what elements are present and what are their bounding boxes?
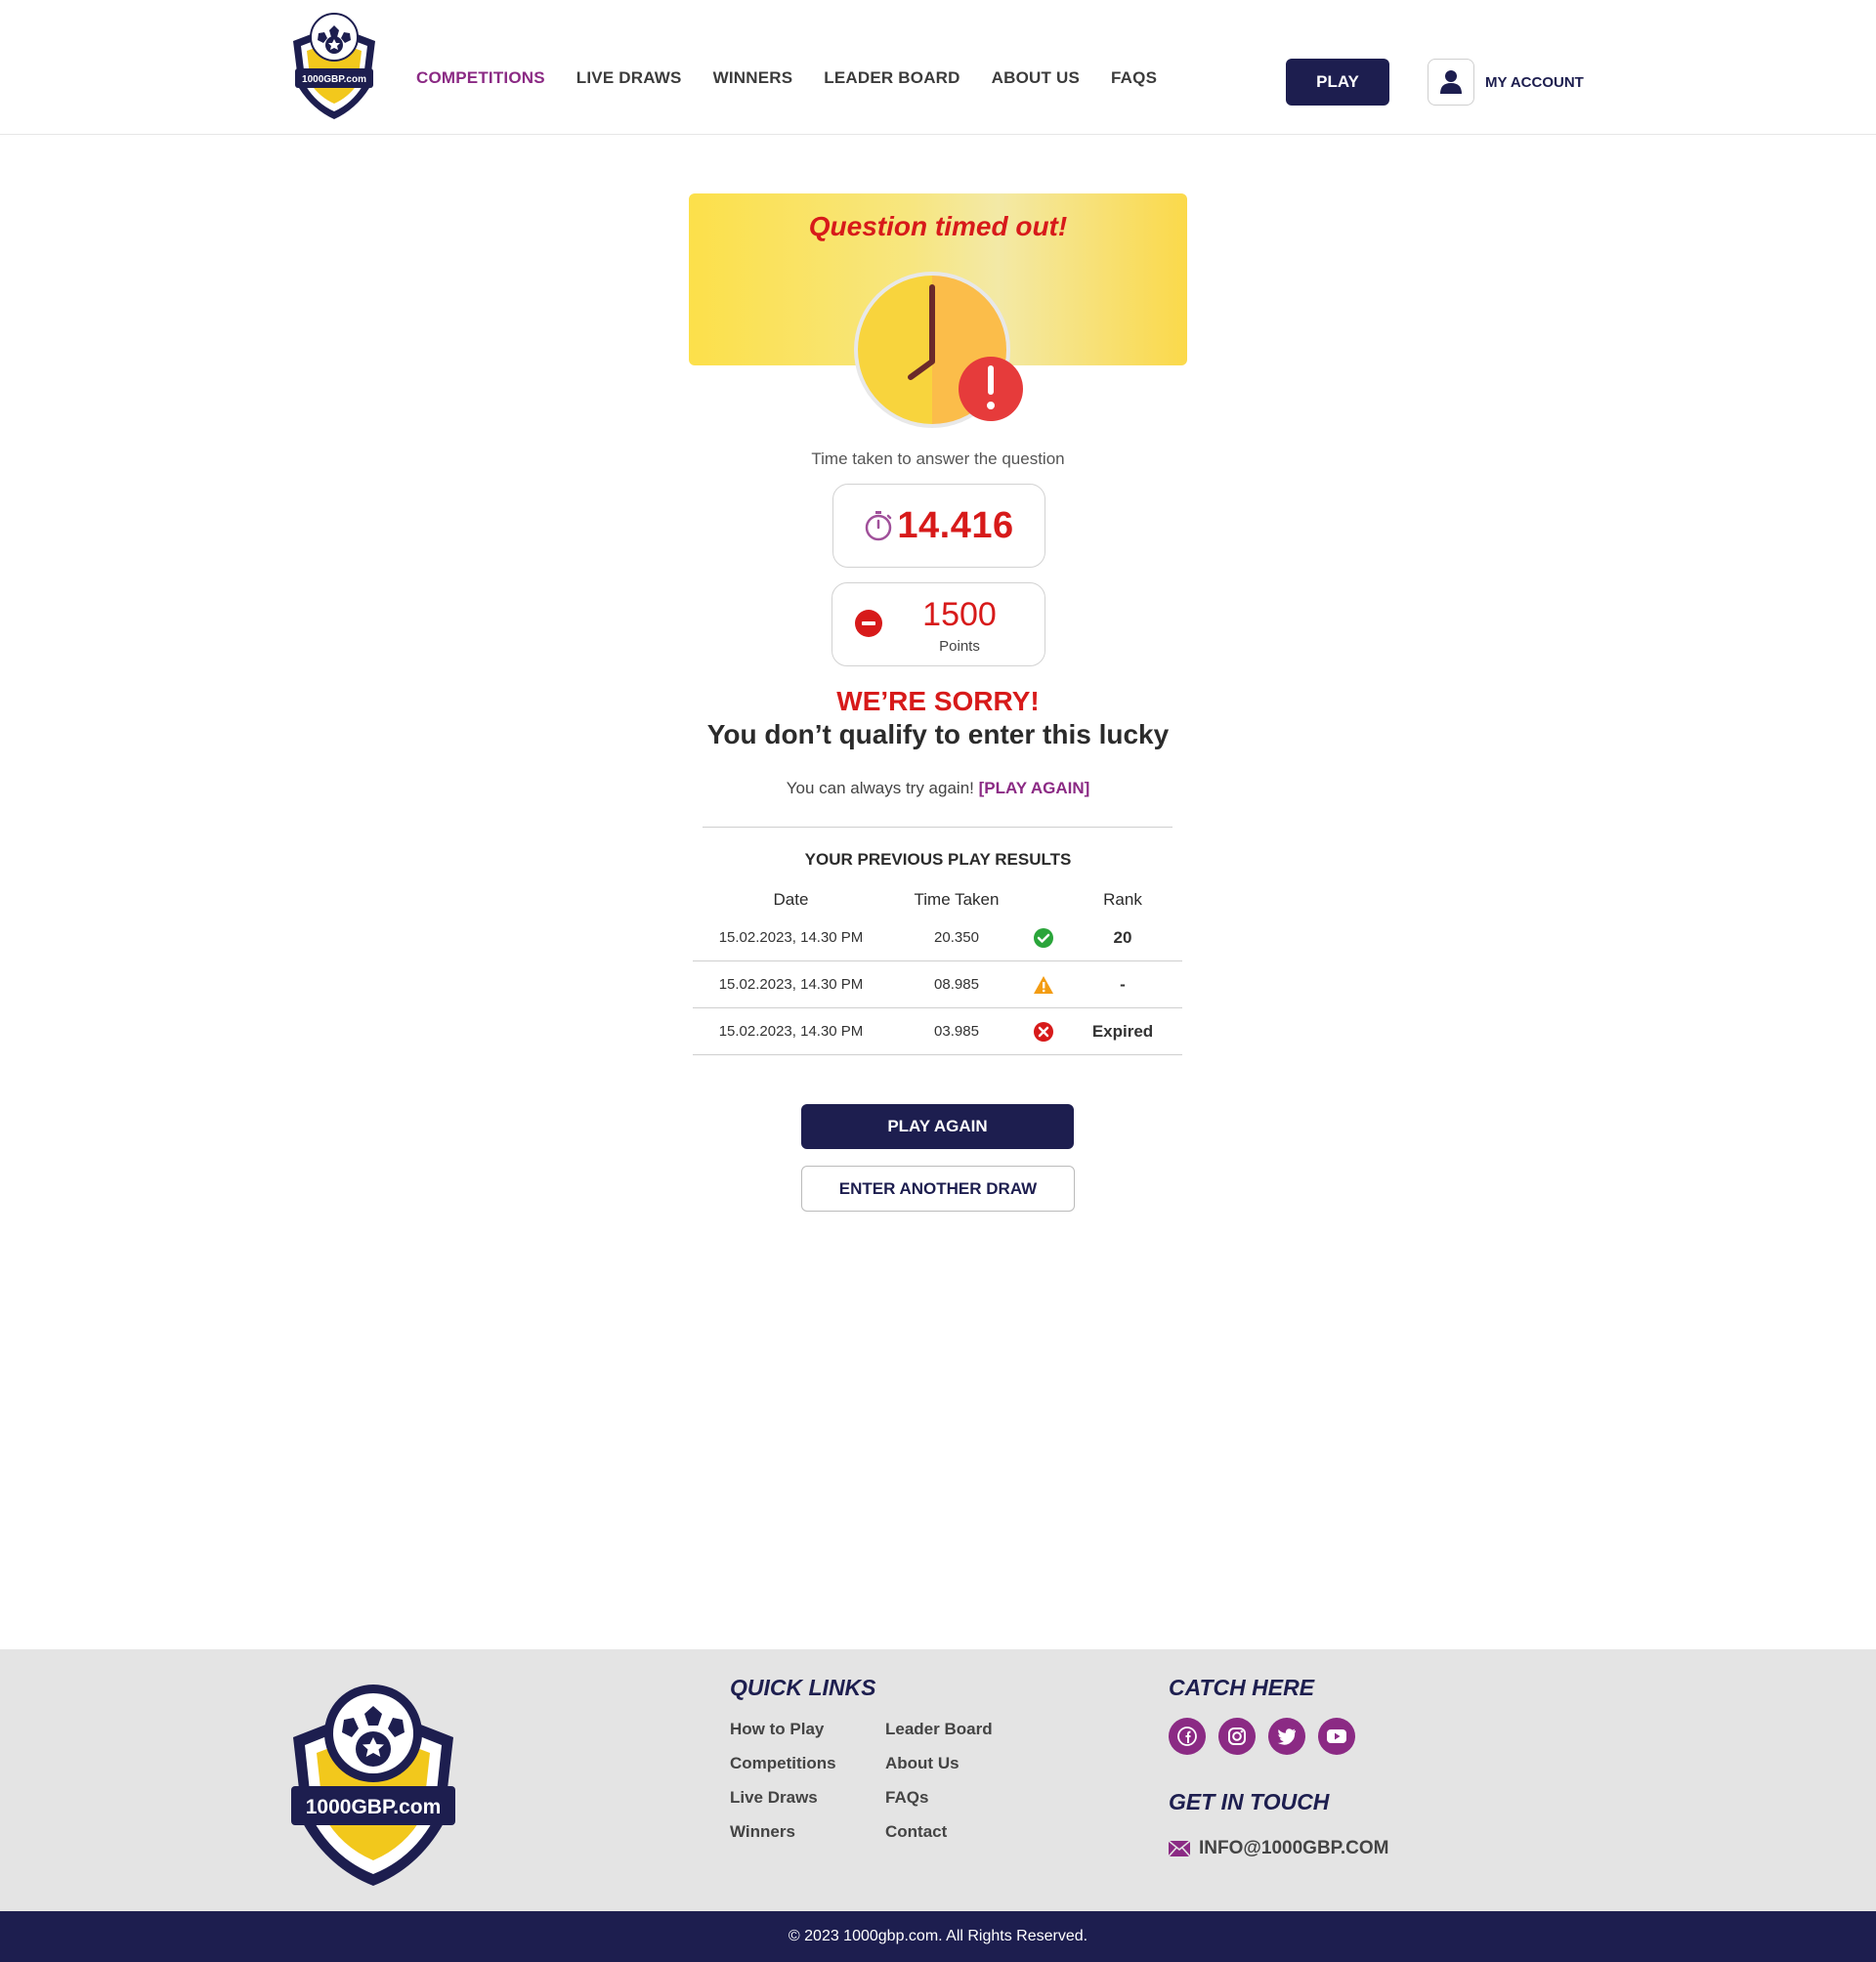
col-date: Date bbox=[773, 890, 809, 909]
time-taken-box: 14.416 bbox=[832, 484, 1045, 568]
contact-email[interactable]: INFO@1000GBP.COM bbox=[1169, 1838, 1389, 1859]
footer-link-faqs[interactable]: FAQs bbox=[885, 1788, 928, 1808]
points-box: 1500 Points bbox=[831, 582, 1045, 666]
instagram-icon[interactable] bbox=[1218, 1718, 1256, 1755]
table-row: 15.02.2023, 14.30 PM 08.985 - bbox=[693, 961, 1182, 1008]
time-taken-value: 14.416 bbox=[897, 504, 1014, 546]
row-date: 15.02.2023, 14.30 PM bbox=[718, 929, 864, 946]
col-rank: Rank bbox=[1103, 890, 1142, 909]
nav-live-draws[interactable]: LIVE DRAWS bbox=[576, 68, 682, 88]
table-header: Date Time Taken Rank bbox=[693, 885, 1182, 915]
row-date: 15.02.2023, 14.30 PM bbox=[718, 1023, 864, 1040]
previous-results-title: YOUR PREVIOUS PLAY RESULTS bbox=[804, 850, 1072, 869]
points-value: 1500 bbox=[922, 596, 997, 633]
my-account-link[interactable]: MY ACCOUNT bbox=[1428, 59, 1584, 106]
error-circle-icon bbox=[1024, 1021, 1063, 1043]
site-header: 1000GBP.com COMPETITIONS LIVE DRAWS WINN… bbox=[0, 0, 1876, 135]
site-footer: 1000GBP.com QUICK LINKS How to Play Comp… bbox=[0, 1649, 1876, 1911]
stopwatch-icon bbox=[866, 511, 892, 541]
footer-logo-text: 1000GBP.com bbox=[306, 1796, 442, 1818]
sorry-heading: WE’RE SORRY! bbox=[836, 686, 1040, 716]
previous-results-table: Date Time Taken Rank 15.02.2023, 14.30 P… bbox=[693, 885, 1182, 1055]
header-play-button[interactable]: PLAY bbox=[1286, 59, 1389, 106]
warning-icon bbox=[1024, 975, 1063, 995]
try-again-link[interactable]: [PLAY AGAIN] bbox=[979, 779, 1090, 797]
youtube-icon[interactable] bbox=[1318, 1718, 1355, 1755]
footer-link-competitions[interactable]: Competitions bbox=[730, 1754, 836, 1773]
nav-leader-board[interactable]: LEADER BOARD bbox=[824, 68, 959, 88]
clock-alert-icon bbox=[854, 272, 1023, 428]
row-rank: 20 bbox=[1113, 927, 1132, 947]
play-again-button[interactable]: PLAY AGAIN bbox=[801, 1104, 1074, 1149]
envelope-icon bbox=[1169, 1841, 1190, 1856]
row-time: 03.985 bbox=[934, 1023, 979, 1040]
logo-text: 1000GBP.com bbox=[302, 74, 366, 85]
footer-link-about-us[interactable]: About Us bbox=[885, 1754, 959, 1773]
try-again-line: You can always try again! [PLAY AGAIN] bbox=[0, 779, 1876, 798]
row-time: 20.350 bbox=[934, 929, 979, 946]
footer-logo[interactable]: 1000GBP.com bbox=[287, 1677, 459, 1888]
table-row: 15.02.2023, 14.30 PM 03.985 Expired bbox=[693, 1008, 1182, 1055]
user-icon[interactable] bbox=[1428, 59, 1474, 106]
my-account-label[interactable]: MY ACCOUNT bbox=[1485, 74, 1584, 91]
contact-email-text[interactable]: INFO@1000GBP.COM bbox=[1199, 1838, 1389, 1859]
twitter-icon[interactable] bbox=[1268, 1718, 1305, 1755]
table-row: 15.02.2023, 14.30 PM 20.350 20 bbox=[693, 915, 1182, 961]
col-time-taken: Time Taken bbox=[914, 890, 1000, 909]
points-label: Points bbox=[939, 638, 980, 655]
row-date: 15.02.2023, 14.30 PM bbox=[718, 976, 864, 993]
copyright-bar: © 2023 1000gbp.com. All Rights Reserved. bbox=[0, 1911, 1876, 1962]
footer-link-live-draws[interactable]: Live Draws bbox=[730, 1788, 818, 1808]
nav-about-us[interactable]: ABOUT US bbox=[992, 68, 1080, 88]
section-divider bbox=[703, 827, 1172, 828]
get-in-touch-title: GET IN TOUCH bbox=[1169, 1789, 1330, 1814]
row-rank: Expired bbox=[1091, 1021, 1154, 1041]
site-logo[interactable]: 1000GBP.com bbox=[287, 12, 381, 121]
main-nav: COMPETITIONS LIVE DRAWS WINNERS LEADER B… bbox=[416, 68, 1188, 88]
minus-circle-icon bbox=[855, 610, 882, 637]
row-time: 08.985 bbox=[934, 976, 979, 993]
footer-link-contact[interactable]: Contact bbox=[885, 1822, 947, 1842]
footer-link-winners[interactable]: Winners bbox=[730, 1822, 795, 1842]
social-links bbox=[1169, 1718, 1355, 1755]
copyright-text: © 2023 1000gbp.com. All Rights Reserved. bbox=[788, 1928, 1088, 1944]
nav-competitions[interactable]: COMPETITIONS bbox=[416, 68, 545, 88]
check-circle-icon bbox=[1024, 927, 1063, 949]
nav-winners[interactable]: WINNERS bbox=[713, 68, 793, 88]
footer-link-leader-board[interactable]: Leader Board bbox=[885, 1720, 993, 1739]
facebook-icon[interactable] bbox=[1169, 1718, 1206, 1755]
nav-faqs[interactable]: FAQS bbox=[1111, 68, 1157, 88]
catch-here-title: CATCH HERE bbox=[1169, 1675, 1315, 1700]
try-again-text: You can always try again! bbox=[786, 779, 974, 797]
row-rank: - bbox=[1120, 974, 1126, 994]
not-qualified-message: You don’t qualify to enter this lucky bbox=[706, 719, 1170, 749]
time-taken-label: Time taken to answer the question bbox=[811, 449, 1065, 468]
banner-title: Question timed out! bbox=[808, 211, 1068, 241]
quick-links-title: QUICK LINKS bbox=[730, 1675, 876, 1700]
footer-link-how-to-play[interactable]: How to Play bbox=[730, 1720, 824, 1739]
enter-another-draw-button[interactable]: ENTER ANOTHER DRAW bbox=[801, 1166, 1075, 1212]
